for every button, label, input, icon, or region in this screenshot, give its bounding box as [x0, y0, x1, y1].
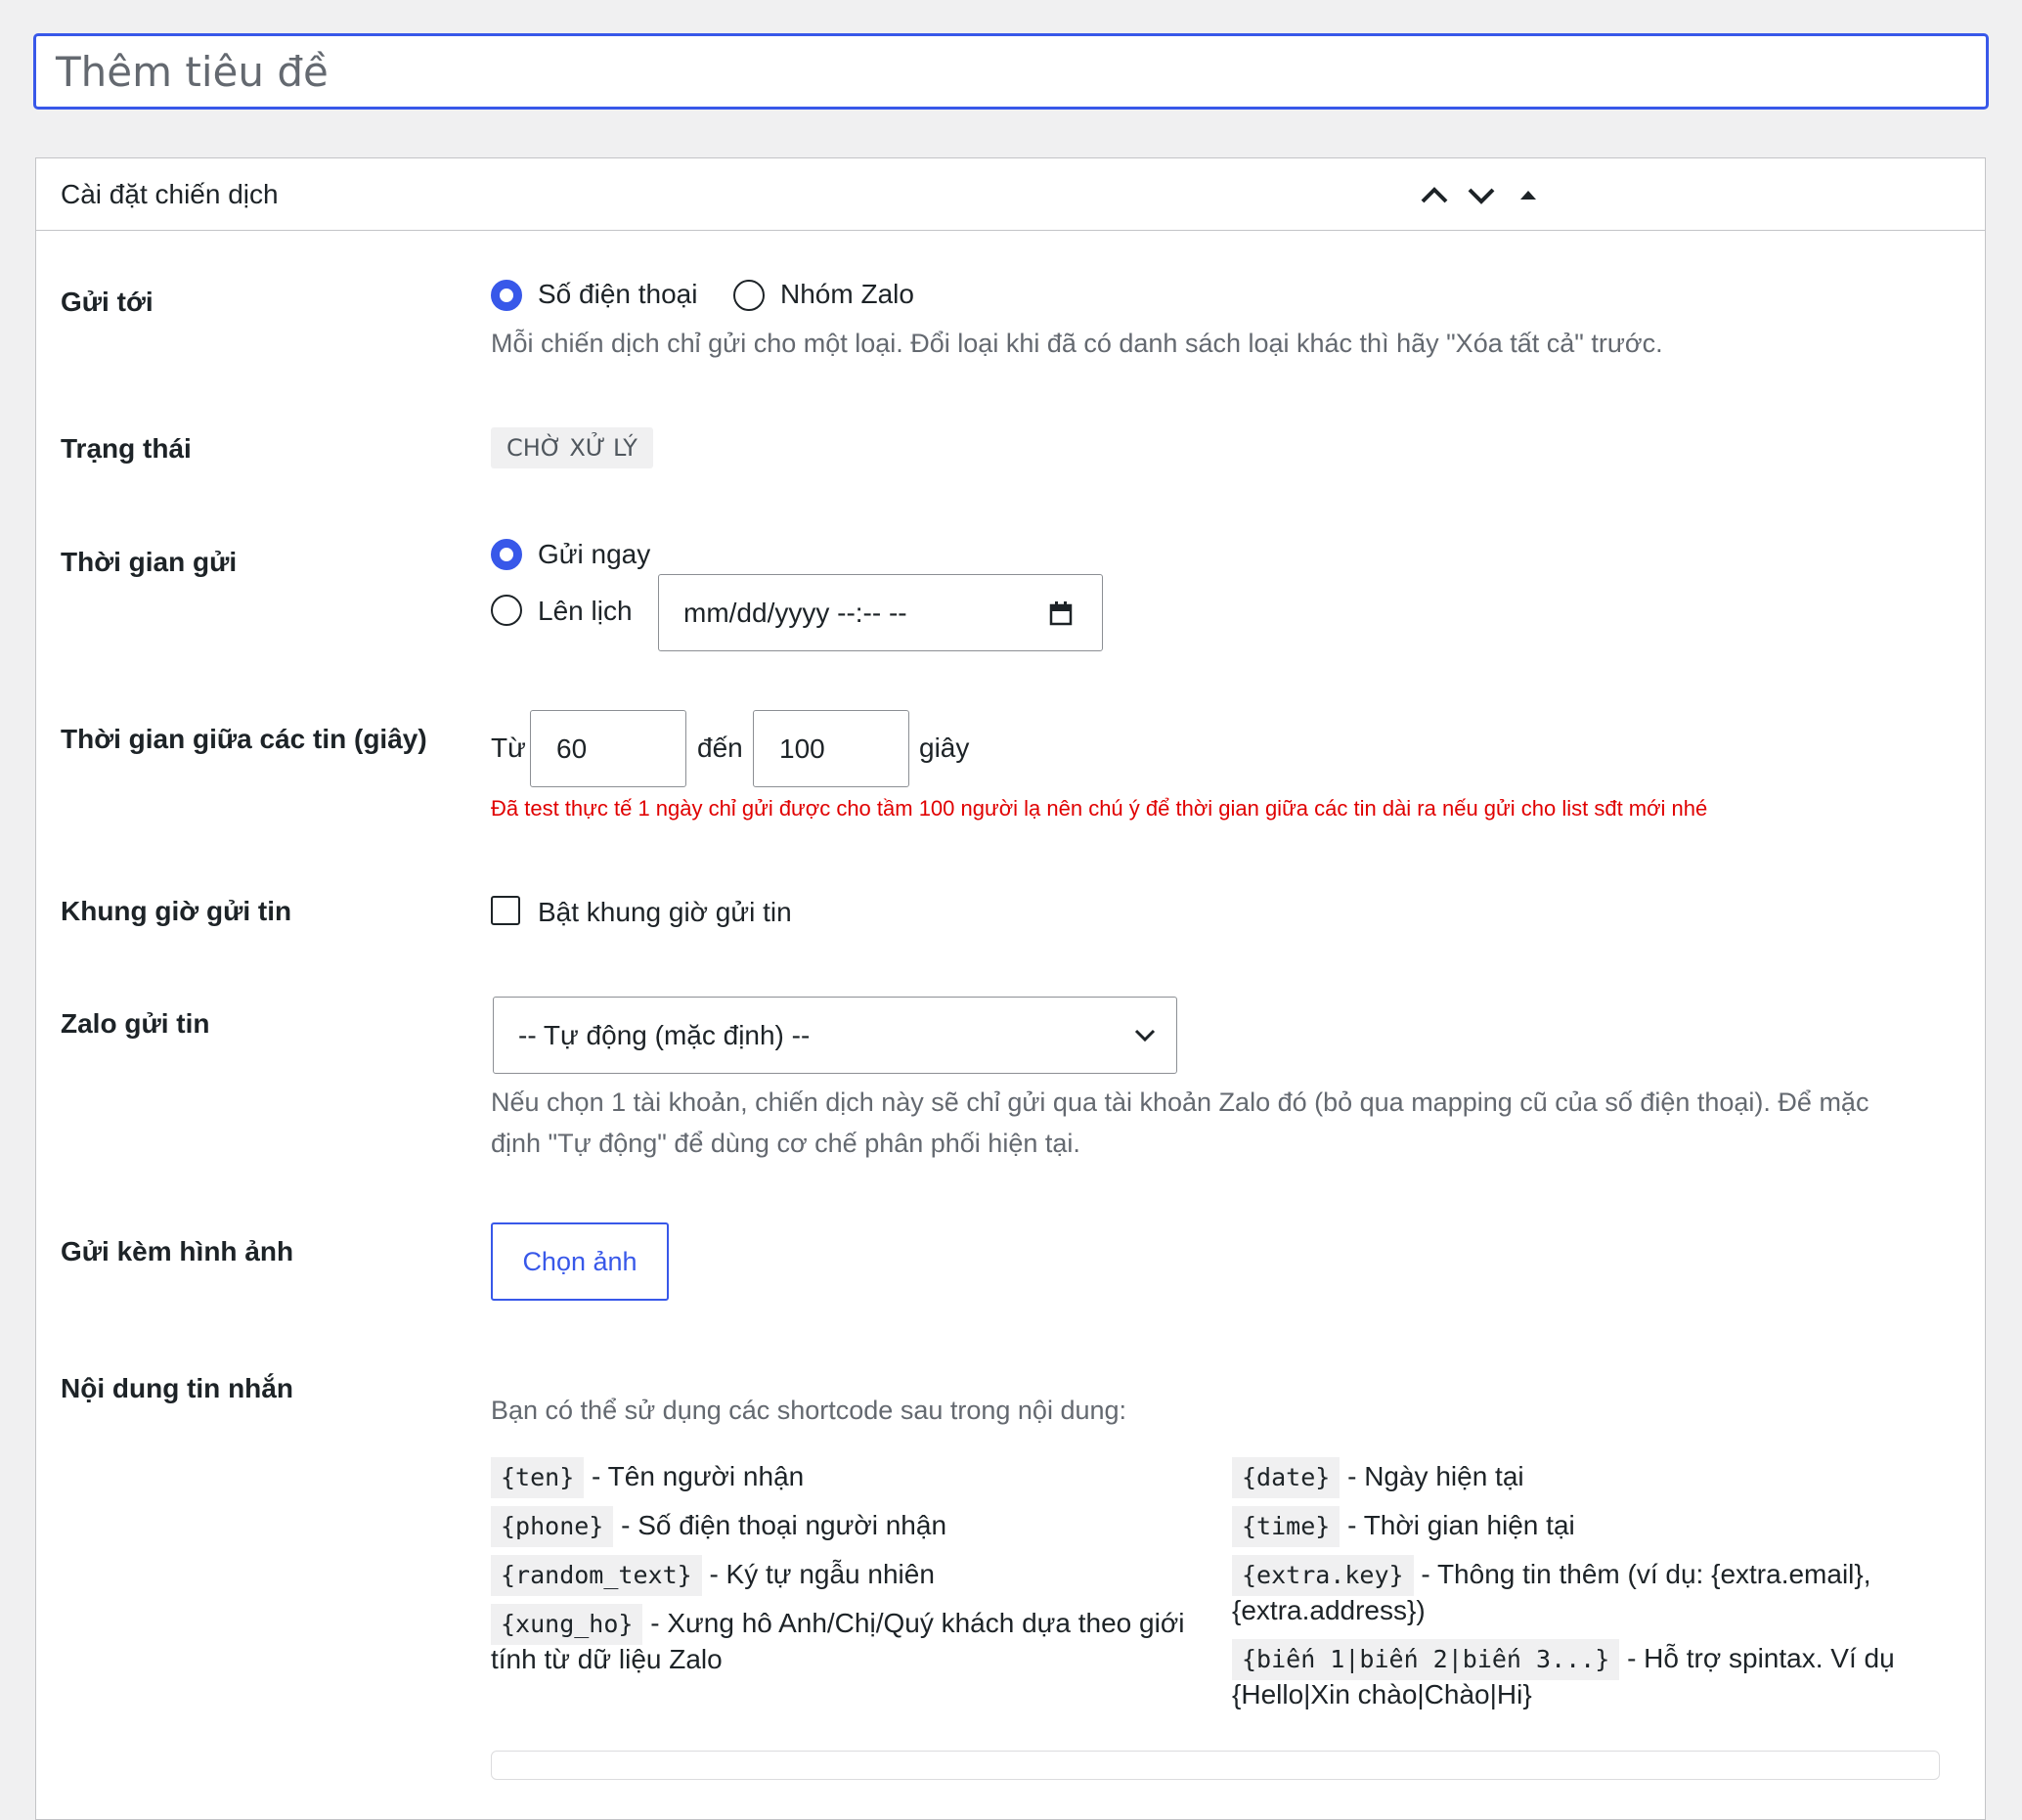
interval-unit: giây — [919, 732, 970, 763]
shortcode-extra-code: {extra.key} — [1232, 1555, 1414, 1596]
shortcode-phone-code: {phone} — [491, 1506, 614, 1547]
shortcode-xungho-code: {xung_ho} — [491, 1604, 643, 1645]
interval-from-input[interactable]: 60 — [530, 710, 686, 787]
interval-label: Thời gian giữa các tin (giây) — [61, 724, 427, 754]
choose-image-button[interactable]: Chọn ảnh — [491, 1222, 669, 1301]
shortcode-phone: {phone} - Số điện thoại người nhận — [491, 1506, 946, 1547]
status-label: Trạng thái — [61, 433, 192, 464]
message-editor[interactable] — [491, 1751, 1940, 1780]
shortcode-time-desc: - Thời gian hiện tại — [1340, 1510, 1575, 1540]
shortcode-ten: {ten} - Tên người nhận — [491, 1457, 804, 1498]
time-window-label: Khung giờ gửi tin — [61, 896, 292, 926]
send-to-phone-label[interactable]: Số điện thoại — [538, 279, 697, 310]
shortcode-phone-desc: - Số điện thoại người nhận — [613, 1510, 947, 1540]
interval-from-label: Từ — [491, 732, 526, 763]
send-now-radio[interactable] — [491, 539, 522, 570]
zalo-sender-description-1: Nếu chọn 1 tài khoản, chiến dịch này sẽ … — [491, 1088, 1869, 1117]
shortcode-spin: {biến 1|biến 2|biến 3...} - Hỗ trợ spint… — [1232, 1639, 1895, 1680]
postbox-header: Cài đặt chiến dịch — [36, 158, 1985, 231]
shortcode-random-desc: - Ký tự ngẫu nhiên — [701, 1559, 935, 1589]
post-title-input[interactable]: Thêm tiêu đề — [33, 33, 1989, 110]
shortcode-spin-desc-2: {Hello|Xin chào|Chào|Hi} — [1232, 1679, 1532, 1709]
shortcode-date-desc: - Ngày hiện tại — [1340, 1461, 1524, 1491]
shortcode-intro: Bạn có thể sử dụng các shortcode sau tro… — [491, 1396, 1127, 1425]
send-now-label[interactable]: Gửi ngay — [538, 539, 650, 570]
send-to-description: Mỗi chiến dịch chỉ gửi cho một loại. Đổi… — [491, 329, 1663, 358]
interval-to-input[interactable]: 100 — [753, 710, 909, 787]
schedule-radio[interactable] — [491, 595, 522, 626]
send-time-label: Thời gian gửi — [61, 547, 238, 577]
zalo-sender-label: Zalo gửi tin — [61, 1008, 210, 1039]
shortcode-xungho: {xung_ho} - Xưng hô Anh/Chị/Quý khách dự… — [491, 1604, 1184, 1645]
shortcode-spin-code: {biến 1|biến 2|biến 3...} — [1232, 1639, 1620, 1680]
zalo-sender-selected: -- Tự động (mặc định) -- — [518, 1019, 811, 1050]
shortcode-ten-desc: - Tên người nhận — [584, 1461, 805, 1491]
shortcode-extra-desc-1: - Thông tin thêm (ví dụ: {extra.email}, — [1413, 1559, 1871, 1589]
send-to-group-label[interactable]: Nhóm Zalo — [780, 279, 914, 310]
time-window-checkbox-label[interactable]: Bật khung giờ gửi tin — [538, 897, 792, 928]
time-window-checkbox[interactable] — [491, 896, 520, 925]
shortcode-xungho-desc-2: tính từ dữ liệu Zalo — [491, 1644, 723, 1674]
shortcode-spin-desc-1: - Hỗ trợ spintax. Ví dụ — [1619, 1643, 1895, 1673]
datetime-placeholder: mm/dd/yyyy --:-- -- — [683, 597, 907, 628]
zalo-sender-description-2: định "Tự động" để dùng cơ chế phân phối … — [491, 1129, 1080, 1158]
send-to-group-radio[interactable] — [733, 280, 765, 311]
shortcode-date: {date} - Ngày hiện tại — [1232, 1457, 1524, 1498]
zalo-sender-select[interactable]: -- Tự động (mặc định) -- — [493, 997, 1177, 1074]
chevron-down-icon — [1134, 1029, 1156, 1043]
chevron-up-icon[interactable] — [1415, 176, 1454, 215]
toggle-triangle-icon[interactable] — [1509, 176, 1548, 215]
shortcode-extra-desc-2: {extra.address}) — [1232, 1595, 1426, 1625]
chevron-down-icon[interactable] — [1462, 176, 1501, 215]
shortcode-time-code: {time} — [1232, 1506, 1341, 1547]
shortcode-date-code: {date} — [1232, 1457, 1341, 1498]
send-to-phone-radio[interactable] — [491, 280, 522, 311]
schedule-label[interactable]: Lên lịch — [538, 596, 633, 627]
status-badge: CHỜ XỬ LÝ — [491, 427, 653, 468]
shortcode-time: {time} - Thời gian hiện tại — [1232, 1506, 1575, 1547]
shortcode-random-code: {random_text} — [491, 1555, 702, 1596]
shortcode-ten-code: {ten} — [491, 1457, 585, 1498]
postbox-title: Cài đặt chiến dịch — [61, 179, 279, 209]
shortcode-random: {random_text} - Ký tự ngẫu nhiên — [491, 1555, 935, 1596]
send-to-label: Gửi tới — [61, 287, 154, 317]
shortcode-extra: {extra.key} - Thông tin thêm (ví dụ: {ex… — [1232, 1555, 1871, 1596]
message-label: Nội dung tin nhắn — [61, 1373, 293, 1403]
interval-warning: Đã test thực tế 1 ngày chỉ gửi được cho … — [491, 796, 1708, 821]
interval-to-label: đến — [697, 732, 743, 763]
image-label: Gửi kèm hình ảnh — [61, 1236, 294, 1266]
schedule-datetime-input[interactable]: mm/dd/yyyy --:-- -- — [658, 574, 1103, 651]
shortcode-xungho-desc-1: - Xưng hô Anh/Chị/Quý khách dựa theo giớ… — [642, 1608, 1185, 1638]
calendar-icon[interactable] — [1049, 600, 1073, 626]
